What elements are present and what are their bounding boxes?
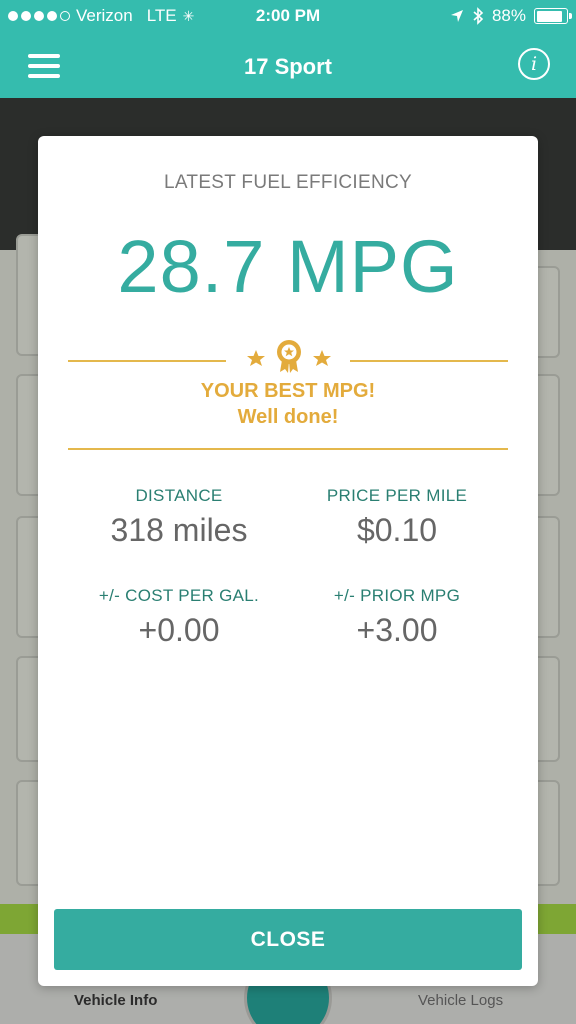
divider-left: [68, 360, 226, 362]
stat-value: $0.10: [356, 512, 438, 548]
best-mpg-subtitle: Well done!: [237, 406, 339, 428]
bluetooth-icon: [473, 7, 484, 25]
battery-icon: [534, 8, 572, 24]
tab-vehicle-logs[interactable]: Vehicle Logs: [418, 992, 503, 1009]
star-icon: [313, 350, 331, 366]
star-icon: [247, 350, 265, 366]
divider-bottom: [68, 448, 508, 450]
best-mpg-title: YOUR BEST MPG!: [200, 380, 376, 402]
stat-price-per-mile: PRICE PER MILE $0.10: [282, 486, 512, 549]
stat-value: +3.00: [356, 612, 438, 648]
battery-fill: [536, 10, 563, 22]
stat-cost-per-gallon: +/- COST PER GAL. +0.00: [64, 586, 294, 649]
page-title: 17 Sport: [243, 54, 333, 79]
status-right: 88%: [450, 6, 572, 26]
award-ribbon-icon: [247, 340, 331, 373]
fuel-efficiency-modal: LATEST FUEL EFFICIENCY 28.7 MPG YOUR BES…: [38, 136, 538, 986]
info-icon[interactable]: i: [518, 48, 550, 80]
modal-heading: LATEST FUEL EFFICIENCY: [163, 172, 412, 193]
stat-distance: DISTANCE 318 miles: [64, 486, 294, 549]
stat-label: +/- PRIOR MPG: [333, 586, 461, 605]
stat-label: +/- COST PER GAL.: [98, 586, 260, 605]
stat-prior-mpg: +/- PRIOR MPG +3.00: [282, 586, 512, 649]
stat-label: PRICE PER MILE: [326, 486, 468, 505]
battery-percent: 88%: [491, 6, 526, 25]
navigation-bar: 17 Sport i: [0, 34, 576, 98]
stat-label: DISTANCE: [135, 486, 223, 505]
location-arrow-icon: [450, 10, 463, 22]
close-button[interactable]: CLOSE: [54, 909, 522, 970]
stat-value: 318 miles: [110, 512, 248, 548]
status-bar: Verizon LTE ✳ 2:00 PM 88%: [0, 0, 576, 34]
stat-value: +0.00: [138, 612, 220, 648]
mpg-value: 28.7 MPG: [117, 225, 459, 308]
divider-right: [350, 360, 508, 362]
tab-vehicle-info[interactable]: Vehicle Info: [74, 992, 157, 1009]
